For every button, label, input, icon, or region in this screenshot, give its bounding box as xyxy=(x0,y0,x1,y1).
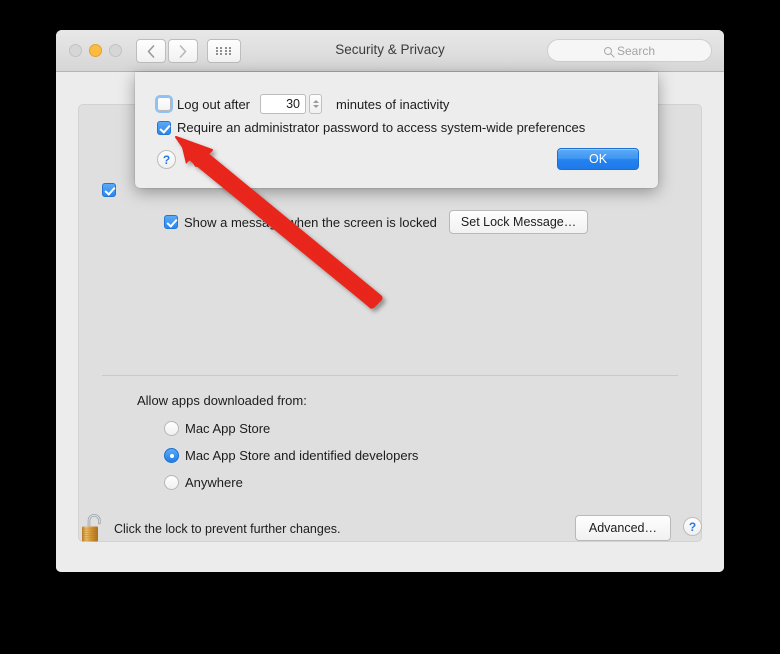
window-bottom-bar: Click the lock to prevent further change… xyxy=(56,502,724,572)
gatekeeper-option-identified-developers[interactable]: Mac App Store and identified developers xyxy=(164,448,418,463)
require-admin-password-row: Require an administrator password to acc… xyxy=(157,120,585,135)
window-titlebar: Security & Privacy Search xyxy=(56,30,724,72)
logout-after-row: Log out after 30 minutes of inactivity xyxy=(155,94,450,114)
gatekeeper-heading: Allow apps downloaded from: xyxy=(137,393,307,408)
advanced-button[interactable]: Advanced… xyxy=(574,515,671,541)
advanced-options-sheet: Log out after 30 minutes of inactivity R… xyxy=(135,72,658,188)
radio-mac-app-store[interactable] xyxy=(164,421,179,436)
gatekeeper-option-label: Anywhere xyxy=(185,475,243,490)
gatekeeper-option-label: Mac App Store xyxy=(185,421,271,436)
require-password-checkbox[interactable] xyxy=(102,183,116,197)
show-lock-message-checkbox[interactable] xyxy=(164,215,178,229)
require-password-row-clipped xyxy=(102,183,116,197)
sheet-help-button[interactable]: ? xyxy=(157,150,176,169)
lock-hint-text: Click the lock to prevent further change… xyxy=(114,522,341,536)
logout-minutes-stepper[interactable] xyxy=(309,94,322,114)
radio-mac-app-store-and-identified-developers[interactable] xyxy=(164,448,179,463)
radio-anywhere[interactable] xyxy=(164,475,179,490)
help-button[interactable]: ? xyxy=(683,517,702,536)
search-icon xyxy=(603,46,612,55)
logout-minutes-input[interactable]: 30 xyxy=(260,94,306,114)
unlocked-padlock-icon xyxy=(82,514,101,542)
gatekeeper-option-label: Mac App Store and identified developers xyxy=(185,448,419,463)
lock-button[interactable] xyxy=(78,512,106,546)
ok-button[interactable]: OK xyxy=(557,148,639,170)
log-out-after-label: Log out after xyxy=(177,96,250,112)
stepper-up-icon[interactable] xyxy=(312,100,319,103)
search-placeholder: Search xyxy=(616,43,656,58)
minutes-of-inactivity-label: minutes of inactivity xyxy=(336,96,450,112)
gatekeeper-option-anywhere[interactable]: Anywhere xyxy=(164,475,243,490)
gatekeeper-option-mac-app-store[interactable]: Mac App Store xyxy=(164,421,270,436)
set-lock-message-button[interactable]: Set Lock Message… xyxy=(448,210,589,234)
require-admin-password-label: Require an administrator password to acc… xyxy=(177,120,586,135)
show-lock-message-label: Show a message when the screen is locked xyxy=(184,214,437,230)
search-input[interactable]: Search xyxy=(547,39,712,62)
section-divider xyxy=(102,375,678,376)
lock-message-row: Show a message when the screen is locked… xyxy=(164,210,589,234)
require-admin-password-checkbox[interactable] xyxy=(157,120,171,135)
log-out-after-checkbox[interactable] xyxy=(155,95,173,113)
stepper-down-icon[interactable] xyxy=(312,105,319,108)
